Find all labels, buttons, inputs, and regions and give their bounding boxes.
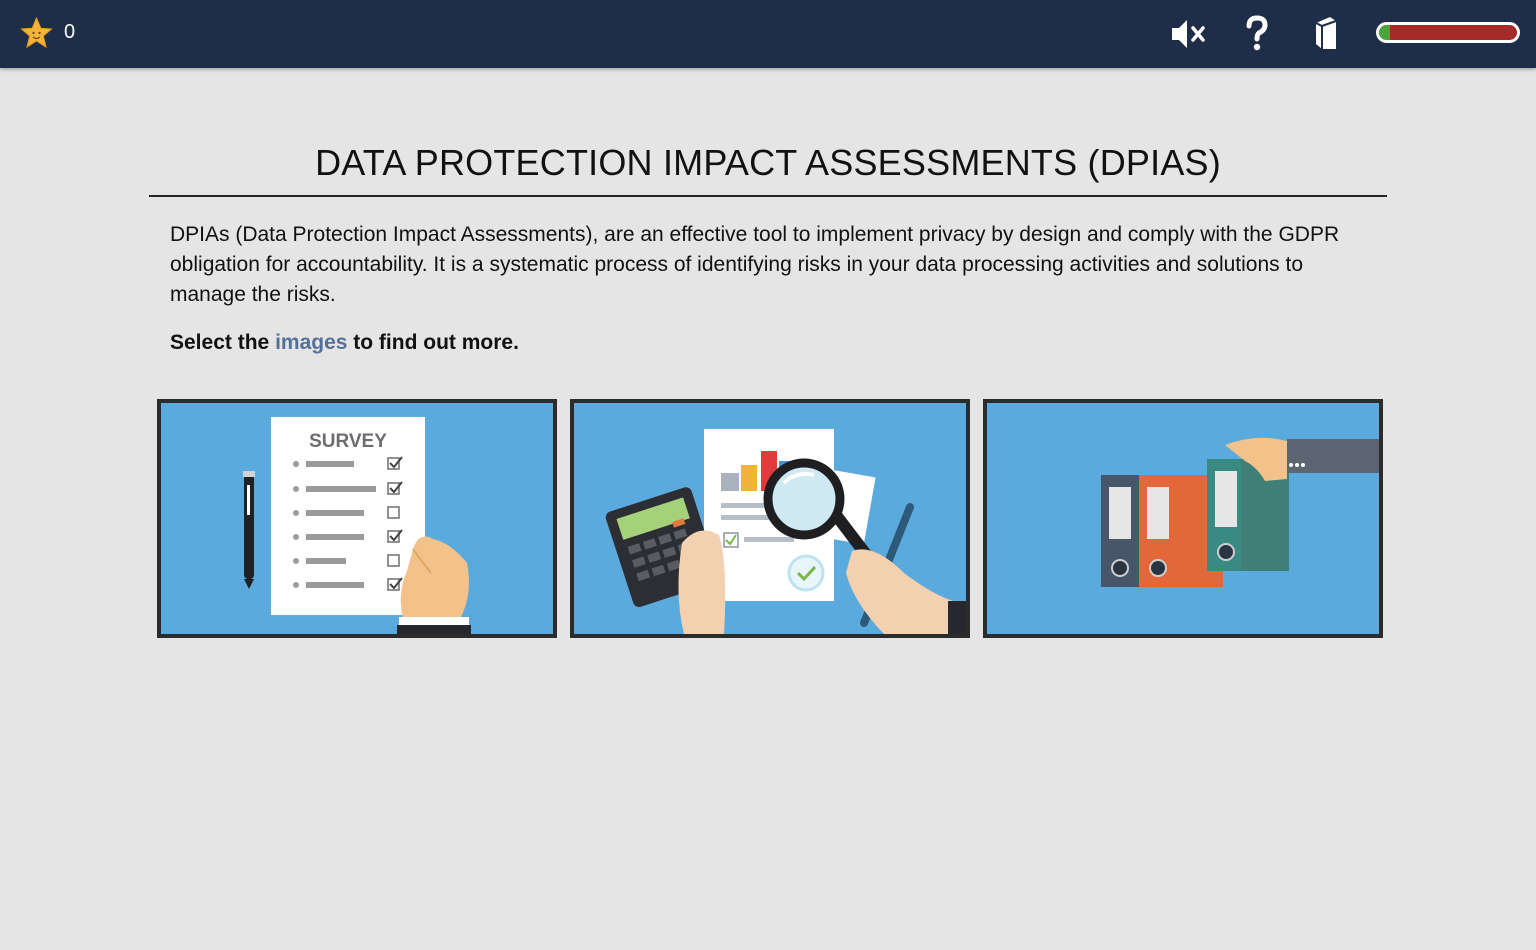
binders-image-card[interactable] — [983, 399, 1383, 638]
analysis-magnifier-image — [605, 429, 966, 634]
survey-image-card[interactable]: SURVEY — [157, 399, 557, 638]
title-divider — [149, 195, 1387, 197]
analysis-image-card[interactable] — [570, 399, 970, 638]
intro-paragraph: DPIAs (Data Protection Impact Assessment… — [170, 223, 1340, 306]
glossary-icon[interactable] — [1306, 14, 1346, 54]
progress-bar — [1376, 22, 1520, 43]
progress-fill — [1379, 25, 1391, 40]
star-icon — [20, 17, 53, 49]
instruction-suffix: to find out more. — [353, 331, 519, 354]
survey-label: SURVEY — [309, 431, 387, 452]
instruction-highlight: images — [275, 331, 348, 354]
score-value: 0 — [64, 21, 76, 43]
help-icon[interactable] — [1237, 14, 1277, 54]
instruction-text: Select the images to find out more. — [170, 331, 519, 355]
survey-checklist-image: SURVEY — [243, 417, 471, 634]
top-bar: 0 — [0, 0, 1536, 68]
instruction-prefix: Select the — [170, 331, 270, 354]
mute-icon[interactable] — [1168, 14, 1208, 54]
binders-files-image — [1101, 437, 1379, 587]
page-title: DATA PROTECTION IMPACT ASSESSMENTS (DPIA… — [315, 142, 1221, 183]
